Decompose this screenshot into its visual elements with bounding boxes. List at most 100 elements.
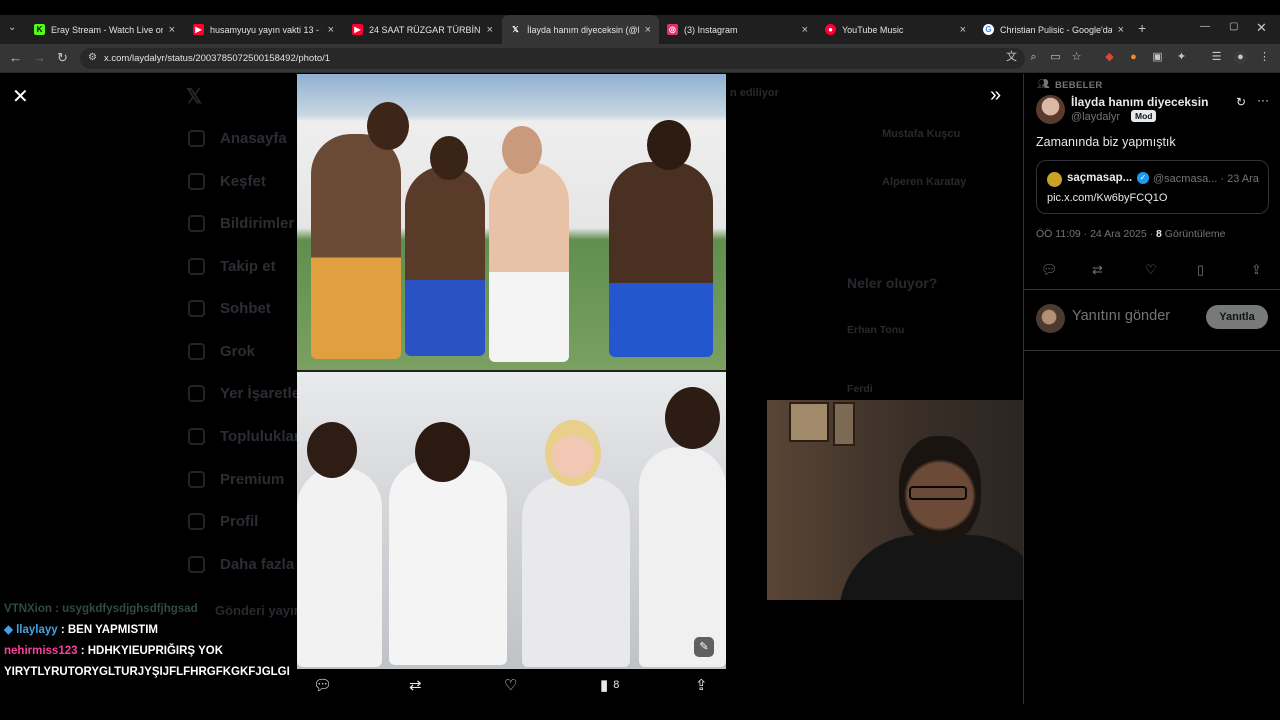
mod-badge: Mod: [1131, 110, 1157, 122]
close-tab-icon[interactable]: ×: [802, 24, 808, 36]
chat-user: VTNXion: [4, 603, 52, 615]
bookmark-star-icon[interactable]: ☆: [1070, 51, 1083, 64]
grok-icon[interactable]: ↻: [1236, 95, 1246, 109]
puzzle-icon[interactable]: ✦: [1175, 51, 1188, 64]
bookmark-icon[interactable]: ▯: [1197, 262, 1204, 278]
reply-button[interactable]: Yanıtla: [1206, 305, 1268, 329]
translate-icon[interactable]: 文: [1005, 51, 1018, 64]
reply-composer: Yanıtını gönder Yanıtla: [1024, 289, 1280, 351]
stream-chat: VTNXion : usygkdfysdjghsdfjhgsad ◆ llayl…: [4, 599, 296, 683]
chat-message: VTNXion : usygkdfysdjghsdfjhgsad: [4, 603, 198, 615]
nav-home: Anasayfa: [188, 130, 287, 147]
like-icon[interactable]: ♡: [1145, 262, 1157, 278]
tweet-panel: 👥︎ BEBELER İlayda hanım diyeceksin @layd…: [1023, 74, 1280, 704]
address-bar[interactable]: ⚙ x.com/laydalyr/status/2003785072500158…: [80, 48, 1025, 69]
people-icon: [188, 428, 205, 445]
profile-icon[interactable]: ●: [1234, 51, 1247, 64]
cast-icon[interactable]: ▭: [1049, 51, 1062, 64]
menu-icon[interactable]: ⋮: [1258, 51, 1271, 64]
nav-label: Topluluklar: [220, 428, 300, 445]
author-name[interactable]: İlayda hanım diyeceksin: [1071, 95, 1208, 109]
views-button[interactable]: ▮ 8: [600, 676, 619, 694]
nav-label: Anasayfa: [220, 130, 287, 147]
close-tab-icon[interactable]: ×: [645, 24, 651, 36]
extension-icon[interactable]: ▣: [1151, 51, 1164, 64]
tab-youtube-music[interactable]: ● YouTube Music ×: [817, 15, 974, 44]
bookmark-icon: [188, 385, 205, 402]
nav-profile: Profil: [188, 513, 258, 530]
kick-icon: K: [34, 24, 45, 35]
tweet-text: Zamanında biz yapmıştık: [1036, 135, 1176, 149]
close-tab-icon[interactable]: ×: [1118, 24, 1124, 36]
zoom-icon[interactable]: ⌕: [1027, 51, 1040, 64]
tab-instagram[interactable]: ◎ (3) Instagram ×: [659, 15, 816, 44]
share-icon[interactable]: ⇪: [1251, 262, 1262, 278]
photo-figure-head: [665, 387, 720, 449]
tab-search-icon[interactable]: ⌄: [8, 22, 16, 33]
nav-grok: Grok: [188, 343, 255, 360]
back-icon[interactable]: ←: [9, 50, 22, 65]
tab-kick[interactable]: K Eray Stream - Watch Live on Ki ×: [26, 15, 183, 44]
author-handle[interactable]: @laydalyr: [1071, 111, 1120, 123]
close-tab-icon[interactable]: ×: [960, 24, 966, 36]
more-options-icon[interactable]: ···: [1257, 93, 1269, 107]
nav-label: Grok: [220, 343, 256, 360]
x-icon: 𝕏: [512, 25, 519, 34]
photo-figure-head: [367, 102, 409, 150]
tweet-actions: 💬︎ ⇄ ♡ ▯ ⇪: [1024, 262, 1280, 280]
photo-figure: [522, 477, 630, 667]
photo-figure: [405, 166, 485, 356]
tweet-time[interactable]: ÖÖ 11:09 · 24 Ara 2025 ·: [1036, 228, 1156, 240]
close-window-icon[interactable]: ✕: [1256, 20, 1267, 36]
site-info-icon[interactable]: ⚙: [88, 52, 97, 63]
nav-premium: Premium: [188, 471, 284, 488]
tab-x-active[interactable]: 𝕏 İlayda hanım diyeceksin (@layd ×: [502, 15, 659, 44]
wall-poster: [789, 402, 829, 442]
quoted-tweet[interactable]: saçmasap... ✓ @sacmasa... · 23 Ara pic.x…: [1036, 160, 1269, 214]
reply-icon[interactable]: 💬︎: [313, 676, 332, 694]
close-tab-icon[interactable]: ×: [169, 24, 175, 36]
nav-label: Daha fazla: [220, 556, 295, 573]
extension-orange-icon[interactable]: ●: [1127, 51, 1140, 64]
forward-icon[interactable]: →: [33, 50, 46, 65]
reply-icon[interactable]: 💬︎: [1041, 262, 1058, 278]
reload-icon[interactable]: ↻: [57, 50, 68, 66]
bell-icon: [188, 215, 205, 232]
tweet-photo[interactable]: ✎: [297, 74, 726, 669]
tab-google[interactable]: G Christian Pulisic - Google'da Ar ×: [975, 15, 1132, 44]
new-tab-icon[interactable]: +: [1138, 20, 1146, 36]
like-icon[interactable]: ♡: [504, 676, 517, 694]
share-icon[interactable]: ⇪: [695, 676, 708, 694]
wall-poster: [833, 402, 855, 446]
chat-message: nehirmiss123 : HDHKYIEUPRIĞIRŞ YOK YIRYT…: [4, 645, 290, 678]
tab-title: husamyuyu yayın vakti 13 - You: [210, 24, 322, 35]
avatar[interactable]: [1036, 95, 1065, 124]
bg-user-1: Mustafa Kuşcu: [882, 128, 961, 140]
tab-youtube-1[interactable]: ▶ husamyuyu yayın vakti 13 - You ×: [185, 15, 342, 44]
close-viewer-icon[interactable]: ✕: [12, 84, 29, 109]
reading-list-icon[interactable]: ☰: [1210, 51, 1223, 64]
extension-red-icon[interactable]: ◆: [1103, 51, 1116, 64]
photo-figure: [489, 162, 569, 362]
repost-icon[interactable]: ⇄: [1092, 262, 1103, 278]
media-edit-icon[interactable]: ✎: [694, 637, 714, 657]
community-label[interactable]: BEBELER: [1055, 80, 1103, 91]
tweet-meta: ÖÖ 11:09 · 24 Ara 2025 · 8 Görüntüleme: [1036, 228, 1226, 240]
tab-youtube-2[interactable]: ▶ 24 SAAT RÜZGAR TÜRBİNİNDE ×: [344, 15, 501, 44]
photo-figure-head: [502, 126, 542, 174]
close-tab-icon[interactable]: ×: [487, 24, 493, 36]
maximize-icon[interactable]: ▢: [1229, 21, 1238, 32]
chat-user: llaylayy: [16, 624, 58, 636]
quote-link[interactable]: pic.x.com/Kw6byFCQ1O: [1047, 192, 1167, 204]
close-tab-icon[interactable]: ×: [328, 24, 334, 36]
minimize-icon[interactable]: —: [1200, 21, 1210, 32]
photo-figure: [389, 460, 507, 665]
google-icon: G: [983, 24, 994, 35]
photo-figure-head: [647, 120, 691, 170]
home-icon: [188, 130, 205, 147]
nav-label: Sohbet: [220, 300, 271, 317]
toggle-panel-icon[interactable]: »: [990, 84, 1001, 107]
tab-title: İlayda hanım diyeceksin (@layd: [527, 24, 639, 35]
reply-input[interactable]: Yanıtını gönder: [1072, 308, 1170, 324]
repost-icon[interactable]: ⇄: [409, 676, 422, 694]
